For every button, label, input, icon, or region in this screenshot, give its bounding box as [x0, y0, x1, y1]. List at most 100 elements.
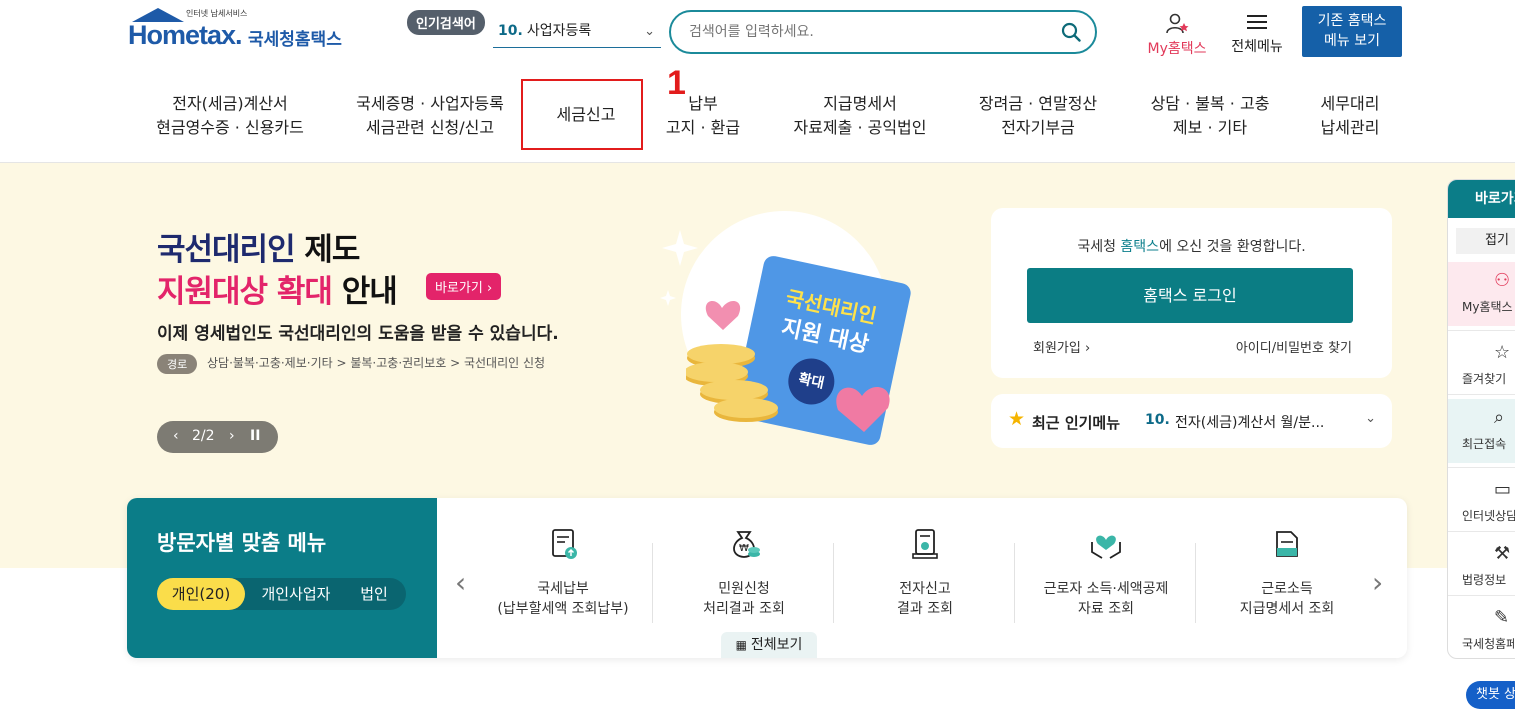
nav-certificates[interactable]: 국세증명 · 사업자등록 세금관련 신청/신고: [340, 92, 520, 140]
tab-sole-proprietor[interactable]: 개인사업자: [251, 578, 341, 610]
hometax-page: 인터넷 납세서비스 Hometax. 국세청홈택스 인기검색어 10. 사업자등록…: [0, 0, 1515, 709]
divider: [1195, 543, 1196, 623]
recent-popular-menu[interactable]: ★ 최근 인기메뉴 10. 전자(세금)계산서 월/분... ⌄: [991, 394, 1392, 448]
chatbot-button[interactable]: 챗봇 상담: [1466, 681, 1515, 709]
quick-menu-sidebar: 바로가기 접기 ⚇My홈택스 ☆즐겨찾기 ⌕최근접속 ▭인터넷상담 ⚒법령정보 …: [1447, 179, 1515, 659]
banner-path: 상담·불복·고충·제보·기타 > 불복·고충·권리보호 > 국선대리인 신청: [207, 356, 546, 370]
quick-item-online-consult[interactable]: ▭ 인터넷상담: [1448, 471, 1515, 535]
banner-title-line1: 국선대리인 제도: [157, 224, 360, 269]
search-box[interactable]: [669, 10, 1097, 54]
menu-item-earned-income[interactable]: 근로소득 지급명세서 조회: [1197, 498, 1377, 658]
user-icon: ⚇: [1494, 270, 1511, 291]
chevron-left-icon[interactable]: ‹: [173, 428, 179, 444]
quick-menu-header: 바로가기: [1448, 180, 1515, 218]
search-icon[interactable]: [1061, 22, 1081, 42]
nav-consultation[interactable]: 상담 · 불복 · 고충 제보 · 기타: [1135, 92, 1285, 140]
menu-item-label-1: 국세납부: [537, 581, 589, 597]
popular-search-rank: 10.: [498, 23, 523, 39]
my-hometax-label: My홈택스: [1147, 41, 1207, 57]
star-outline-icon: ☆: [1494, 342, 1511, 363]
my-hometax-button[interactable]: My홈택스: [1141, 12, 1213, 58]
all-menu-label: 전체메뉴: [1231, 39, 1283, 55]
nav-label-2: 현금영수증 · 신용카드: [156, 118, 304, 137]
banner-title-emphasis: 국선대리인: [157, 232, 296, 268]
welcome-prefix: 국세청: [1077, 239, 1121, 255]
login-button[interactable]: 홈택스 로그인: [1027, 268, 1353, 323]
nav-label-1: 국세증명 · 사업자등록: [356, 94, 504, 113]
annotation-number: 1: [667, 64, 686, 102]
view-all-button[interactable]: ▦ 전체보기: [721, 632, 817, 658]
divider: [1448, 531, 1515, 532]
nav-label-1: 전자(세금)계산서: [172, 94, 288, 113]
divider: [1448, 330, 1515, 331]
banner-title-rest: 안내: [331, 274, 398, 310]
recent-value: 전자(세금)계산서 월/분...: [1175, 415, 1325, 431]
nav-payment-statement[interactable]: 지급명세서자료제출 · 공익법인: [780, 92, 940, 140]
all-menu-button[interactable]: 전체메뉴: [1226, 12, 1288, 56]
user-star-icon: [1166, 13, 1189, 34]
grid-icon: ▦: [735, 638, 751, 652]
hometax-logo[interactable]: 인터넷 납세서비스 Hometax. 국세청홈택스: [128, 8, 348, 52]
menu-item-tax-payment[interactable]: 국세납부 (납부할세액 조회납부): [473, 498, 653, 658]
quick-item-my-hometax[interactable]: ⚇ My홈택스: [1448, 262, 1515, 326]
menu-item-label-2: 지급명세서 조회: [1239, 601, 1335, 617]
nav-e-invoice[interactable]: 전자(세금)계산서현금영수증 · 신용카드: [150, 92, 310, 140]
quick-item-label: 최근접속: [1462, 437, 1507, 451]
pager-count: 2/2: [192, 428, 215, 444]
menu-item-deduction[interactable]: 근로자 소득·세액공제 자료 조회: [1016, 498, 1196, 658]
menu-item-label-2: 처리결과 조회: [703, 601, 785, 617]
nav-label-1: 상담 · 불복 · 고충: [1150, 94, 1270, 113]
hamburger-icon: [1247, 15, 1267, 29]
banner-go-button[interactable]: 바로가기 ›: [426, 273, 502, 300]
gavel-icon: ⚒: [1494, 543, 1511, 564]
quick-item-recent[interactable]: ⌕ 최근접속: [1448, 399, 1515, 463]
quick-item-nts-homepage[interactable]: ✎ 국세청홈페이지: [1448, 599, 1515, 658]
chevron-right-icon[interactable]: ›: [229, 428, 235, 444]
visitor-custom-menu: 방문자별 맞춤 메뉴 개인(20) 개인사업자 법인 ‹ › 국세납부 (납부할…: [127, 498, 1407, 658]
nav-label-1: 지급명세서: [823, 94, 897, 113]
logo-tagline: 인터넷 납세서비스: [186, 9, 248, 18]
quick-item-label: My홈택스: [1462, 300, 1513, 314]
banner-title-line2: 지원대상 확대 안내: [157, 266, 398, 311]
find-id-password-link[interactable]: 아이디/비밀번호 찾기: [1236, 337, 1352, 356]
recent-rank: 10.: [1145, 412, 1170, 428]
search-input[interactable]: [689, 21, 1049, 43]
nav-tax-agent[interactable]: 세무대리 납세관리: [1300, 92, 1400, 140]
banner-path-badge: 경로: [157, 354, 198, 374]
divider: [1014, 543, 1015, 623]
chevron-left-icon[interactable]: ‹: [455, 566, 466, 599]
pause-icon[interactable]: II: [250, 428, 260, 444]
quick-fold-button[interactable]: 접기: [1456, 228, 1515, 254]
menu-item-e-filing[interactable]: 전자신고 결과 조회: [835, 498, 1015, 658]
popular-search-select[interactable]: 10. 사업자등록 ⌄: [493, 16, 661, 48]
chevron-down-icon[interactable]: ⌄: [1365, 411, 1376, 426]
nav-label-1: 세무대리: [1320, 94, 1380, 113]
menu-item-label-1: 근로소득: [1261, 581, 1313, 597]
tab-corporation[interactable]: 법인: [349, 578, 399, 610]
divider: [1448, 595, 1515, 596]
visitor-menu-header: 방문자별 맞춤 메뉴 개인(20) 개인사업자 법인: [127, 498, 437, 658]
banner-pager: ‹ 2/2 › II: [157, 421, 278, 453]
menu-item-label-2: (납부할세액 조회납부): [497, 601, 629, 617]
menu-item-label-1: 근로자 소득·세액공제: [1043, 581, 1169, 597]
edit-document-icon: ✎: [1494, 607, 1510, 628]
quick-item-law-info[interactable]: ⚒ 법령정보: [1448, 535, 1515, 599]
legacy-line1: 기존 홈택스: [1317, 13, 1387, 29]
welcome-text: 국세청 홈택스에 오신 것을 환영합니다.: [991, 236, 1392, 256]
legacy-line2: 메뉴 보기: [1324, 33, 1380, 49]
join-link[interactable]: 회원가입 ›: [1033, 337, 1090, 356]
nav-incentive[interactable]: 장려금 · 연말정산 전자기부금: [963, 92, 1113, 140]
heart-hands-icon: [1091, 535, 1121, 559]
tab-individual[interactable]: 개인(20): [157, 578, 245, 610]
nav-label-2: 자료제출 · 공익법인: [793, 118, 927, 137]
login-card: 국세청 홈택스에 오신 것을 환영합니다. 홈택스 로그인 회원가입 › 아이디…: [991, 208, 1392, 378]
divider: [652, 543, 653, 623]
legacy-hometax-button[interactable]: 기존 홈택스 메뉴 보기: [1302, 6, 1402, 57]
quick-item-favorites[interactable]: ☆ 즐겨찾기: [1448, 334, 1515, 398]
welcome-brand: 홈택스: [1120, 239, 1160, 255]
recent-label: 최근 인기메뉴: [1032, 414, 1121, 432]
banner-subtitle: 이제 영세법인도 국선대리인의 도움을 받을 수 있습니다.: [157, 324, 559, 344]
view-all-label: 전체보기: [750, 637, 803, 653]
laptop-icon: ▭: [1494, 479, 1512, 500]
menu-item-label-1: 민원신청: [718, 581, 770, 597]
